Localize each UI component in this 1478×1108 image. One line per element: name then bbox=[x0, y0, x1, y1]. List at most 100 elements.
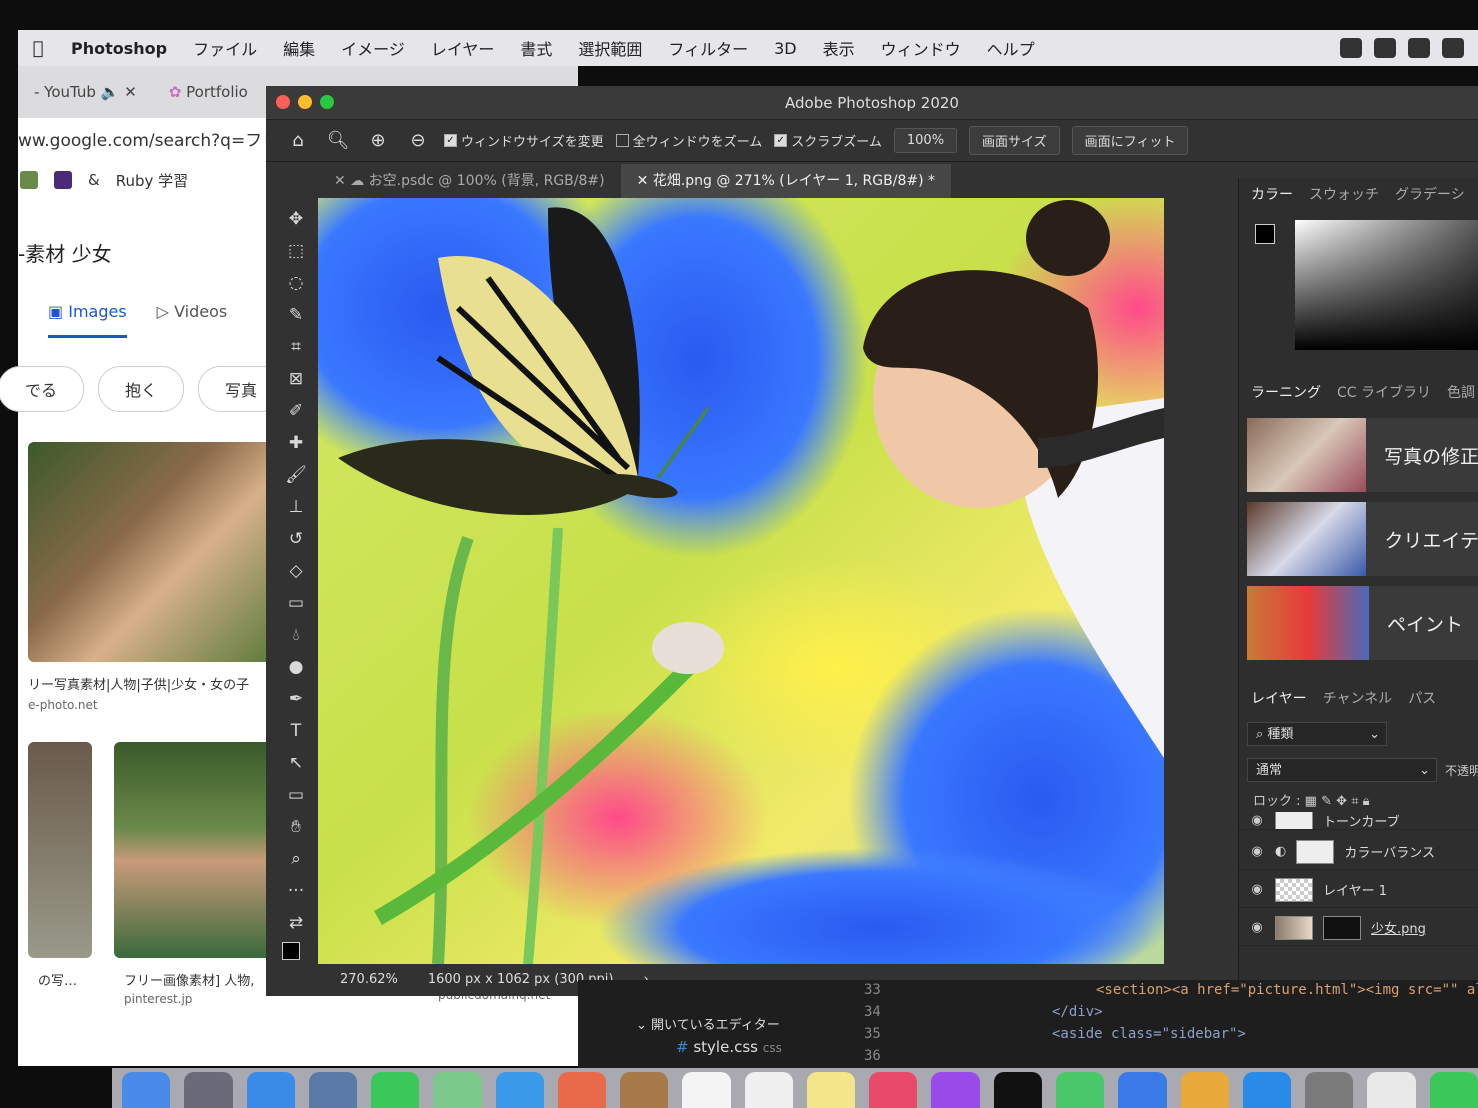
music-icon[interactable] bbox=[869, 1072, 918, 1108]
marquee-tool-icon[interactable]: ⬚ bbox=[283, 238, 309, 264]
apple-icon[interactable]:  bbox=[18, 38, 58, 59]
learn-card-paint[interactable]: ペイント bbox=[1247, 586, 1478, 660]
color-picker-field[interactable] bbox=[1295, 220, 1478, 350]
zoom-tool-preset-icon[interactable]: 🔍︎ bbox=[324, 127, 352, 155]
crop-tool-icon[interactable]: ⌗ bbox=[283, 334, 309, 360]
photos-icon[interactable] bbox=[557, 1072, 607, 1108]
bookmark-favicon-icon[interactable] bbox=[20, 171, 38, 189]
tab-swatches[interactable]: スウォッチ bbox=[1309, 184, 1379, 204]
learn-card-creative[interactable]: クリエイテ bbox=[1247, 502, 1478, 576]
menu-app-name[interactable]: Photoshop bbox=[58, 39, 180, 58]
lock-all-icon[interactable]: 🔒︎ bbox=[1363, 794, 1370, 809]
swap-colors-icon[interactable]: ⇄ bbox=[283, 910, 309, 936]
eraser-tool-icon[interactable]: ◇ bbox=[283, 558, 309, 584]
zoom-100-button[interactable]: 100% bbox=[893, 128, 958, 153]
document-canvas[interactable] bbox=[318, 198, 1164, 964]
mail-icon[interactable] bbox=[308, 1072, 358, 1108]
code-line[interactable]: <aside class="sidebar"> bbox=[1052, 1026, 1246, 1042]
layer-row-color-balance[interactable]: ◉ ◐ カラーバランス bbox=[1239, 834, 1478, 870]
lock-paint-icon[interactable]: ✎ bbox=[1321, 794, 1332, 809]
zoom-tool-icon[interactable]: ⌕ bbox=[283, 846, 309, 872]
open-editors-header[interactable]: ⌄ 開いているエディター bbox=[636, 1014, 780, 1033]
fill-screen-button[interactable]: 画面にフィット bbox=[1071, 126, 1189, 155]
tab-gradients[interactable]: グラデーシ bbox=[1395, 184, 1465, 204]
stamp-tool-icon[interactable]: ⊥ bbox=[283, 494, 309, 520]
lasso-tool-icon[interactable]: ◌ bbox=[283, 270, 309, 296]
podcasts-icon[interactable] bbox=[931, 1072, 980, 1108]
healing-brush-tool-icon[interactable]: ✚ bbox=[283, 430, 309, 456]
lock-move-icon[interactable]: ✥ bbox=[1336, 794, 1347, 809]
launchpad-icon[interactable] bbox=[184, 1072, 233, 1108]
menu-view[interactable]: 表示 bbox=[810, 36, 868, 60]
brush-tool-icon[interactable]: 🖌︎ bbox=[283, 462, 309, 488]
result-caption-1[interactable]: リー写真素材|人物|子供|少女・女の子 bbox=[28, 674, 249, 693]
visibility-eye-icon[interactable]: ◉ bbox=[1249, 813, 1265, 828]
chip-2[interactable]: 抱く bbox=[98, 366, 185, 412]
keynote-icon[interactable] bbox=[1118, 1072, 1167, 1108]
bookmark-amp[interactable]: & bbox=[88, 171, 100, 189]
layer-row-girl[interactable]: ◉ 少女.png bbox=[1239, 910, 1478, 946]
menu-window[interactable]: ウィンドウ bbox=[868, 36, 974, 60]
menu-select[interactable]: 選択範囲 bbox=[565, 36, 655, 60]
maps-icon[interactable] bbox=[433, 1072, 482, 1108]
doc-tab-sky[interactable]: ✕ ☁ お空.psdc @ 100% (背景, RGB/8#) bbox=[318, 164, 621, 198]
tab-color[interactable]: カラー bbox=[1251, 184, 1293, 204]
cloud-icon[interactable] bbox=[1374, 38, 1396, 58]
zoom-in-icon[interactable]: ⊕ bbox=[364, 127, 392, 155]
tab-images[interactable]: ▣ Images bbox=[48, 302, 127, 338]
result-image-girl[interactable] bbox=[28, 442, 278, 662]
foreground-color-chip[interactable] bbox=[1255, 224, 1275, 244]
zoom-out-icon[interactable]: ⊖ bbox=[404, 127, 432, 155]
calendar-icon[interactable] bbox=[682, 1072, 731, 1108]
visibility-eye-icon[interactable]: ◉ bbox=[1249, 920, 1265, 935]
more-tools-icon[interactable]: ··· bbox=[283, 878, 309, 904]
eyedropper-tool-icon[interactable]: ✐ bbox=[283, 398, 309, 424]
close-icon[interactable]: ✕ bbox=[124, 83, 137, 101]
menu-filter[interactable]: フィルター bbox=[655, 36, 761, 60]
layer-row-layer1[interactable]: ◉ レイヤー 1 bbox=[1239, 872, 1478, 908]
quick-select-tool-icon[interactable]: ✎ bbox=[283, 302, 309, 328]
foreground-background-swatch[interactable] bbox=[282, 942, 310, 970]
menu-type[interactable]: 書式 bbox=[507, 36, 565, 60]
menu-image[interactable]: イメージ bbox=[328, 36, 418, 60]
line-icon[interactable] bbox=[1340, 38, 1362, 58]
open-file-style-css[interactable]: # style.css css bbox=[676, 1038, 782, 1056]
tv-icon[interactable] bbox=[993, 1072, 1042, 1108]
close-icon[interactable]: ✕ bbox=[334, 173, 346, 189]
resize-windows-checkbox[interactable]: ✓ ウィンドウサイズを変更 bbox=[444, 131, 604, 150]
tab-youtube[interactable]: - YouTub 🔈 ✕ bbox=[18, 83, 153, 101]
type-tool-icon[interactable]: T bbox=[283, 718, 309, 744]
menu-edit[interactable]: 編集 bbox=[270, 36, 328, 60]
path-select-tool-icon[interactable]: ↖ bbox=[283, 750, 309, 776]
doc-tab-flowerfield[interactable]: ✕ 花畑.png @ 271% (レイヤー 1, RGB/8#) * bbox=[620, 164, 951, 198]
notes-icon[interactable] bbox=[806, 1072, 856, 1108]
lock-artboard-icon[interactable]: ⌗ bbox=[1351, 794, 1358, 809]
close-icon[interactable]: ✕ bbox=[637, 173, 649, 189]
result-caption-2[interactable]: の写… bbox=[38, 970, 77, 989]
menu-help[interactable]: ヘルプ bbox=[974, 36, 1048, 60]
reminders-icon[interactable] bbox=[744, 1072, 793, 1108]
blend-mode-dropdown[interactable]: 通常 ⌄ bbox=[1247, 758, 1437, 782]
blur-tool-icon[interactable]: 💧︎ bbox=[283, 622, 309, 648]
system-preferences-icon[interactable] bbox=[1305, 1072, 1354, 1108]
camera-icon[interactable] bbox=[1408, 38, 1430, 58]
learn-card-photo-fix[interactable]: 写真の修正 bbox=[1247, 418, 1478, 492]
color-swatch-pair[interactable] bbox=[1255, 224, 1285, 254]
result-caption-3[interactable]: フリー画像素材] 人物, bbox=[124, 970, 254, 989]
lock-transparent-icon[interactable]: ▦ bbox=[1305, 794, 1317, 809]
finder-icon[interactable] bbox=[122, 1072, 171, 1108]
pen-tool-icon[interactable]: ✒ bbox=[283, 686, 309, 712]
tab-learn[interactable]: ラーニング bbox=[1251, 382, 1321, 402]
fit-screen-button[interactable]: 画面サイズ bbox=[969, 126, 1060, 155]
result-image-2[interactable] bbox=[28, 742, 92, 958]
hand-tool-icon[interactable]: ✋︎ bbox=[283, 814, 309, 840]
line-app-icon[interactable] bbox=[1429, 1072, 1478, 1108]
bookmark-ruby[interactable]: Ruby 学習 bbox=[116, 170, 188, 191]
tab-channels[interactable]: チャンネル bbox=[1323, 688, 1393, 708]
history-brush-tool-icon[interactable]: ↺ bbox=[283, 526, 309, 552]
home-icon[interactable]: ⌂ bbox=[284, 127, 312, 155]
menu-3d[interactable]: 3D bbox=[761, 39, 810, 58]
facetime-icon[interactable] bbox=[371, 1072, 420, 1108]
bookmark-p-icon[interactable] bbox=[54, 171, 72, 189]
code-line[interactable]: </div> bbox=[1052, 1004, 1103, 1020]
